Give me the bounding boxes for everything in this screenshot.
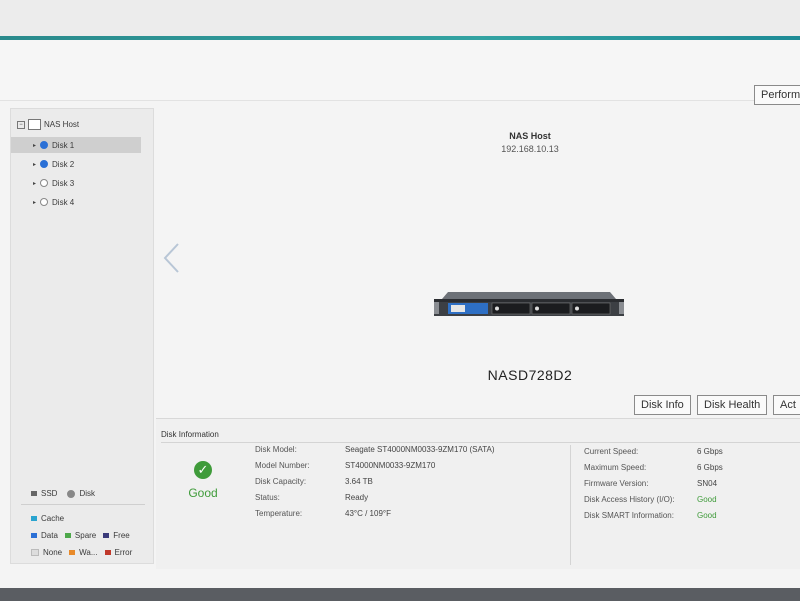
maximum-speed-label: Maximum Speed: xyxy=(584,463,647,472)
smart-information-value: Good xyxy=(697,511,717,520)
disk-status-icon xyxy=(40,179,49,187)
model-number-value: ST4000NM0033-9ZM170 xyxy=(345,461,436,470)
tree-item-label: Disk 4 xyxy=(52,197,75,207)
monitor-bezel xyxy=(0,588,800,601)
temperature-value: 43°C / 109°F xyxy=(345,509,391,518)
legend-none-label: None xyxy=(43,548,63,557)
disk-model-value: Seagate ST4000NM0033-9ZM170 (SATA) xyxy=(345,445,495,454)
legend-spare-label: Spare xyxy=(74,531,97,540)
status-label: Status: xyxy=(255,493,280,502)
disk-capacity-label: Disk Capacity: xyxy=(255,477,307,486)
warning-swatch-icon xyxy=(69,550,76,555)
disk-status-good: Good xyxy=(188,486,218,500)
disk-info-button[interactable]: Disk Info xyxy=(634,395,691,415)
expand-arrow-icon[interactable]: ▸ xyxy=(33,161,36,168)
disk-status-icon xyxy=(40,198,49,206)
legend-cache-label: Cache xyxy=(41,514,65,523)
nas-device-image xyxy=(434,292,624,316)
expand-arrow-icon[interactable]: ▸ xyxy=(33,199,36,206)
tree-root[interactable]: − NAS Host xyxy=(17,119,79,130)
disk-capacity-value: 3.64 TB xyxy=(345,477,373,486)
legend-cache: Cache xyxy=(31,514,64,523)
legend-type: SSD Disk xyxy=(31,489,95,498)
error-swatch-icon xyxy=(104,550,111,555)
top-band xyxy=(0,0,800,36)
host-ip: 192.168.10.13 xyxy=(501,144,559,154)
action-button[interactable]: Act xyxy=(773,395,800,415)
expand-arrow-icon[interactable]: ▸ xyxy=(33,142,36,149)
access-history-value: Good xyxy=(697,495,717,504)
tree-root-label: NAS Host xyxy=(44,120,80,129)
legend-divider xyxy=(21,504,145,505)
free-swatch-icon xyxy=(103,533,110,538)
chevron-left-icon[interactable] xyxy=(160,242,182,274)
maximum-speed-value: 6 Gbps xyxy=(697,463,723,472)
disk-status-icon xyxy=(40,141,49,149)
divider xyxy=(570,445,571,565)
status-value: Ready xyxy=(345,493,369,502)
firmware-version-label: Firmware Version: xyxy=(584,479,649,488)
legend-status-row-2: None Wa... Error xyxy=(31,548,132,557)
tree-item-disk-4[interactable]: ▸ Disk 4 xyxy=(11,194,141,210)
device-model-name: NASD728D2 xyxy=(487,367,573,383)
tree-item-label: Disk 1 xyxy=(52,140,75,150)
legend-error-label: Error xyxy=(114,548,133,557)
cache-swatch-icon xyxy=(31,516,37,521)
disk-model-label: Disk Model: xyxy=(255,445,297,454)
ssd-icon xyxy=(31,491,37,496)
temperature-label: Temperature: xyxy=(255,509,303,518)
check-circle-icon: ✓ xyxy=(194,461,212,479)
tree-item-disk-1[interactable]: ▸ Disk 1 xyxy=(11,137,141,153)
access-history-label: Disk Access History (I/O): xyxy=(584,495,675,504)
legend-data-label: Data xyxy=(41,531,58,540)
divider xyxy=(161,442,800,443)
current-speed-label: Current Speed: xyxy=(584,447,639,456)
app-window: Perform − NAS Host ▸ Disk 1 ▸ Disk 2 ▸ D… xyxy=(0,0,800,590)
nas-host-icon xyxy=(28,119,41,130)
current-speed-value: 6 Gbps xyxy=(697,447,723,456)
collapse-icon[interactable]: − xyxy=(17,120,25,129)
legend-warning-label: Wa... xyxy=(79,548,98,557)
none-swatch-icon xyxy=(31,549,39,556)
spare-swatch-icon xyxy=(64,533,71,538)
disk-information-panel: Disk Information ✓ Good Disk Model: Seag… xyxy=(156,418,800,569)
tree-item-disk-3[interactable]: ▸ Disk 3 xyxy=(11,175,141,191)
disk-health-button[interactable]: Disk Health xyxy=(697,395,768,415)
perform-button[interactable]: Perform xyxy=(754,85,800,105)
disk-icon xyxy=(67,489,76,498)
disk-status-icon xyxy=(40,160,49,168)
tree-item-disk-2[interactable]: ▸ Disk 2 xyxy=(11,156,141,172)
legend-free-label: Free xyxy=(113,531,130,540)
disk-information-title: Disk Information xyxy=(161,430,219,439)
disk-tree-panel: − NAS Host ▸ Disk 1 ▸ Disk 2 ▸ Disk 3 ▸ … xyxy=(10,108,154,564)
expand-arrow-icon[interactable]: ▸ xyxy=(33,180,36,187)
data-swatch-icon xyxy=(31,533,37,538)
tree-item-label: Disk 2 xyxy=(52,159,75,169)
header-area xyxy=(0,40,800,101)
smart-information-label: Disk SMART Information: xyxy=(584,511,674,520)
legend-ssd: SSD xyxy=(41,489,58,498)
tree-item-label: Disk 3 xyxy=(52,178,75,188)
legend-disk: Disk xyxy=(79,489,96,498)
legend-status-row-1: Data Spare Free xyxy=(31,531,130,540)
host-title: NAS Host xyxy=(509,131,551,141)
firmware-version-value: SN04 xyxy=(697,479,718,488)
model-number-label: Model Number: xyxy=(255,461,310,470)
